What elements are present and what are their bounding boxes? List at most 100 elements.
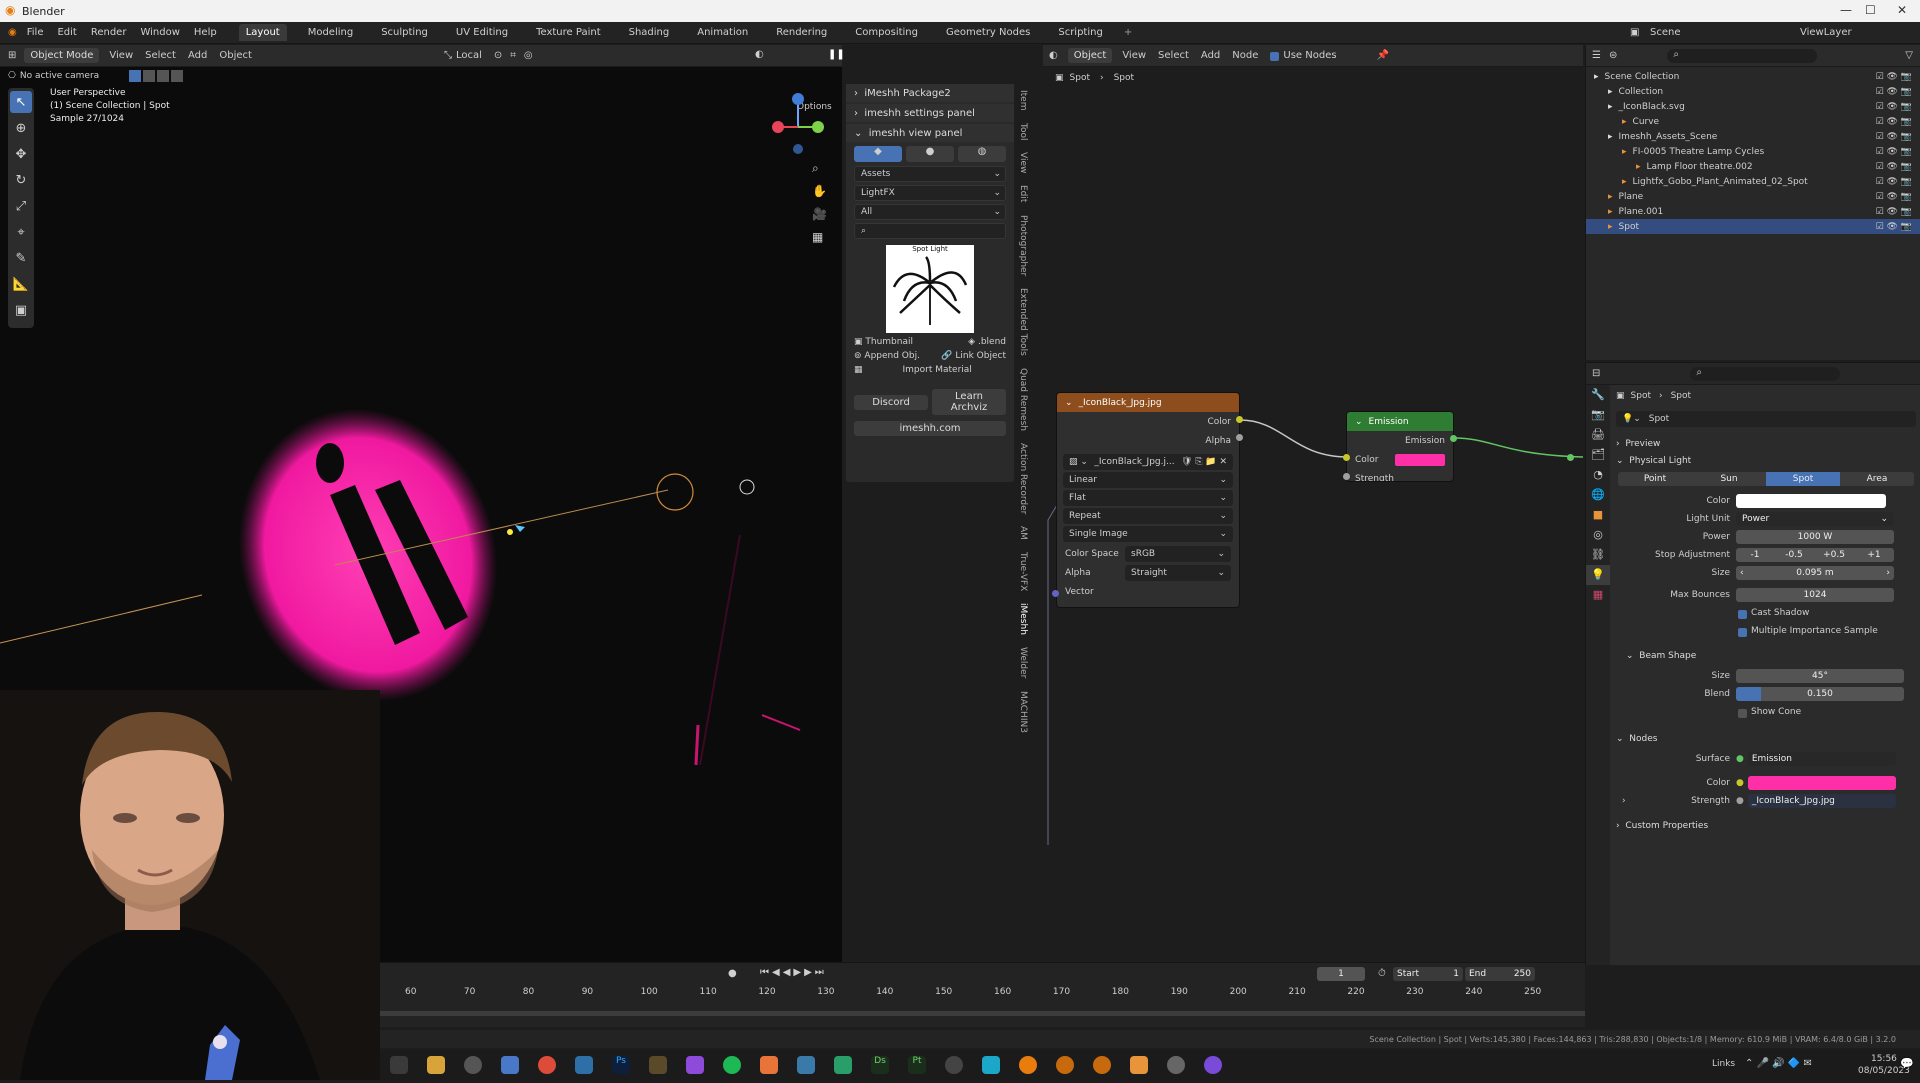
visibility-toggle-icons[interactable]: ☑ 👁 📷 bbox=[1876, 147, 1912, 157]
taskbar-settings-icon[interactable] bbox=[945, 1056, 963, 1074]
outliner-row[interactable]: ▸ Imeshh_Assets_Scene ☑ 👁 📷 bbox=[1586, 129, 1920, 144]
visibility-toggle-icons[interactable]: ☑ 👁 📷 bbox=[1876, 117, 1912, 127]
zoom-icon[interactable]: ⌕ bbox=[812, 157, 827, 180]
viewport-menu-object[interactable]: Object bbox=[219, 50, 252, 61]
taskbar-explorer-icon[interactable] bbox=[427, 1056, 445, 1074]
light-type-point[interactable]: Point bbox=[1618, 472, 1692, 486]
timeline[interactable]: ● ⏮◀◀▶▶⏭ 1 ⏱ Start 1 End 250 60 70 80 90 100 11… bbox=[380, 962, 1585, 1027]
taskbar-clock-icon[interactable] bbox=[464, 1056, 482, 1074]
side-tab-imeshh[interactable]: iMeshh bbox=[1018, 603, 1028, 635]
viewport-menu-add[interactable]: Add bbox=[188, 50, 207, 61]
outliner-row[interactable]: ▸ Scene Collection ☑ 👁 📷 bbox=[1586, 69, 1920, 84]
spot-light-gizmo[interactable] bbox=[656, 473, 694, 511]
constraints-tab-icon[interactable]: ⛓ bbox=[1586, 545, 1610, 565]
taskbar-notes-icon[interactable] bbox=[649, 1056, 667, 1074]
side-tab-photographer[interactable]: Photographer bbox=[1018, 215, 1028, 276]
transform-orientation-dropdown[interactable]: Local bbox=[456, 50, 482, 61]
alpha-mode-dropdown[interactable]: Straight ⌄ bbox=[1125, 564, 1231, 581]
taskbar-blender-3-icon[interactable] bbox=[1093, 1056, 1111, 1074]
taskbar-blender-2-icon[interactable] bbox=[1056, 1056, 1074, 1074]
tab-compositing[interactable]: Compositing bbox=[848, 24, 925, 41]
taskbar-app-icon[interactable] bbox=[575, 1056, 593, 1074]
tool-tab-icon[interactable]: 🔧 bbox=[1586, 385, 1610, 405]
mode-dropdown[interactable]: Object Mode bbox=[24, 48, 100, 63]
emission-color-socket[interactable] bbox=[1343, 454, 1350, 461]
pivot-icon[interactable]: ⊙ bbox=[494, 50, 502, 61]
cast-shadow-checkbox[interactable] bbox=[1738, 609, 1747, 619]
imeshh-category-dropdown[interactable]: LightFX ⌄ bbox=[854, 185, 1006, 201]
asset-thumbnail[interactable]: Spot Light bbox=[886, 245, 974, 333]
side-tab-edit[interactable]: Edit bbox=[1018, 185, 1028, 202]
imeshh-hdri-icon[interactable]: ◍ bbox=[958, 146, 1006, 162]
node-color-swatch[interactable] bbox=[1747, 776, 1896, 790]
light-output-socket[interactable] bbox=[1567, 454, 1574, 461]
outliner-row[interactable]: ▸ Lamp Floor theatre.002 ☑ 👁 📷 bbox=[1586, 159, 1920, 174]
start-frame-field[interactable]: Start 1 bbox=[1393, 967, 1463, 981]
side-tab-am[interactable]: AM bbox=[1018, 526, 1028, 540]
imeshh-package-header[interactable]: › iMeshh Package2 bbox=[846, 84, 1014, 102]
filter-icon[interactable]: ▽ bbox=[1905, 50, 1913, 61]
side-tab-tool[interactable]: Tool bbox=[1018, 123, 1028, 140]
light-data-tab-icon[interactable]: 💡 bbox=[1586, 565, 1610, 585]
navigation-gizmo[interactable] bbox=[772, 87, 832, 167]
record-icon[interactable]: ● bbox=[728, 968, 737, 979]
visibility-toggle-icons[interactable]: ☑ 👁 📷 bbox=[1876, 132, 1912, 142]
imeshh-settings-header[interactable]: › imeshh settings panel bbox=[846, 104, 1014, 122]
nodes-panel-header[interactable]: ⌄ Nodes bbox=[1616, 730, 1916, 747]
learn-archviz-button[interactable]: Learn Archviz bbox=[932, 389, 1006, 415]
tab-geometry-nodes[interactable]: Geometry Nodes bbox=[939, 24, 1037, 41]
scene-tab-icon[interactable]: ◔ bbox=[1586, 465, 1610, 485]
side-tab-machin3[interactable]: MACHIN3 bbox=[1018, 691, 1028, 733]
playback-controls[interactable]: ⏮◀◀▶▶⏭ bbox=[760, 967, 827, 978]
output-tab-icon[interactable]: 🖨 bbox=[1586, 425, 1610, 445]
proportional-edit-icon[interactable]: ◎ bbox=[524, 50, 533, 61]
menu-edit[interactable]: Edit bbox=[57, 27, 76, 38]
node-strength-link-field[interactable]: _IconBlack_Jpg.jpg bbox=[1747, 794, 1896, 808]
outliner-search-input[interactable]: ⌕ bbox=[1667, 48, 1818, 63]
taskbar-sync-icon[interactable] bbox=[1167, 1056, 1185, 1074]
tab-shading[interactable]: Shading bbox=[622, 24, 677, 41]
outliner-row[interactable]: ▸ FI-0005 Theatre Lamp Cycles ☑ 👁 📷 bbox=[1586, 144, 1920, 159]
viewport-menu-view[interactable]: View bbox=[109, 50, 133, 61]
image-color-socket[interactable] bbox=[1236, 416, 1243, 423]
menu-file[interactable]: File bbox=[27, 27, 44, 38]
taskbar-spotify-icon[interactable] bbox=[723, 1056, 741, 1074]
side-tab-quad-remesh[interactable]: Quad Remesh bbox=[1018, 368, 1028, 431]
tab-texture-paint[interactable]: Texture Paint bbox=[529, 24, 608, 41]
stop-plus-half-button[interactable]: +0.5 bbox=[1814, 548, 1854, 562]
beam-size-field[interactable]: 45° bbox=[1736, 669, 1904, 683]
pan-hand-icon[interactable]: ✋ bbox=[812, 180, 827, 203]
visibility-toggle-icons[interactable]: ☑ 👁 📷 bbox=[1876, 177, 1912, 187]
taskbar-box-icon[interactable] bbox=[760, 1056, 778, 1074]
imeshh-search-input[interactable]: ⌕ bbox=[854, 223, 1006, 239]
outliner-row[interactable]: ▸ Spot ☑ 👁 📷 bbox=[1586, 219, 1920, 234]
end-frame-field[interactable]: End 250 bbox=[1465, 967, 1535, 981]
emission-node[interactable]: ⌄ Emission Emission Color Strength bbox=[1346, 411, 1454, 482]
preview-panel-header[interactable]: › Preview bbox=[1616, 435, 1916, 452]
imeshh-view-header[interactable]: ⌄ imeshh view panel bbox=[846, 124, 1014, 142]
image-texture-node[interactable]: ⌄ _IconBlack_Jpg.jpg Color Alpha ▨ ⌄ _Ico… bbox=[1056, 392, 1240, 608]
image-alpha-socket[interactable] bbox=[1236, 434, 1243, 441]
pause-render-icon[interactable]: ❚❚ bbox=[828, 49, 845, 60]
add-workspace-icon[interactable]: + bbox=[1124, 27, 1132, 38]
image-actions-icons[interactable]: 🛡 ⎘ 📁 ✕ bbox=[1181, 457, 1227, 467]
image-node-header[interactable]: ⌄ _IconBlack_Jpg.jpg bbox=[1057, 393, 1239, 412]
beam-shape-header[interactable]: ⌄ Beam Shape bbox=[1616, 647, 1916, 664]
outliner-row[interactable]: ▸ _IconBlack.svg ☑ 👁 📷 bbox=[1586, 99, 1920, 114]
append-object-button[interactable]: ⊚ Append Obj. bbox=[854, 351, 920, 361]
blend-button[interactable]: ◈ .blend bbox=[968, 337, 1006, 347]
imeshh-assets-dropdown[interactable]: Assets ⌄ bbox=[854, 166, 1006, 182]
light-type-sun[interactable]: Sun bbox=[1692, 472, 1766, 486]
expand-strength-icon[interactable]: › bbox=[1622, 796, 1626, 806]
color-space-dropdown[interactable]: sRGB ⌄ bbox=[1125, 545, 1231, 562]
taskbar-vlc-icon[interactable] bbox=[1130, 1056, 1148, 1074]
close-icon[interactable]: ✕ bbox=[1897, 3, 1907, 17]
properties-editor-icon[interactable]: ⊟ bbox=[1592, 368, 1600, 379]
taskbar-affinity-icon[interactable] bbox=[686, 1056, 704, 1074]
light-color-swatch[interactable] bbox=[1736, 494, 1886, 508]
taskbar-calculator-icon[interactable] bbox=[501, 1056, 519, 1074]
side-tab-item[interactable]: Item bbox=[1018, 90, 1028, 111]
tab-scripting[interactable]: Scripting bbox=[1051, 24, 1109, 41]
light-datablock-selector[interactable]: 💡⌄ Spot bbox=[1616, 411, 1916, 427]
visibility-toggle-icons[interactable]: ☑ 👁 📷 bbox=[1876, 192, 1912, 202]
